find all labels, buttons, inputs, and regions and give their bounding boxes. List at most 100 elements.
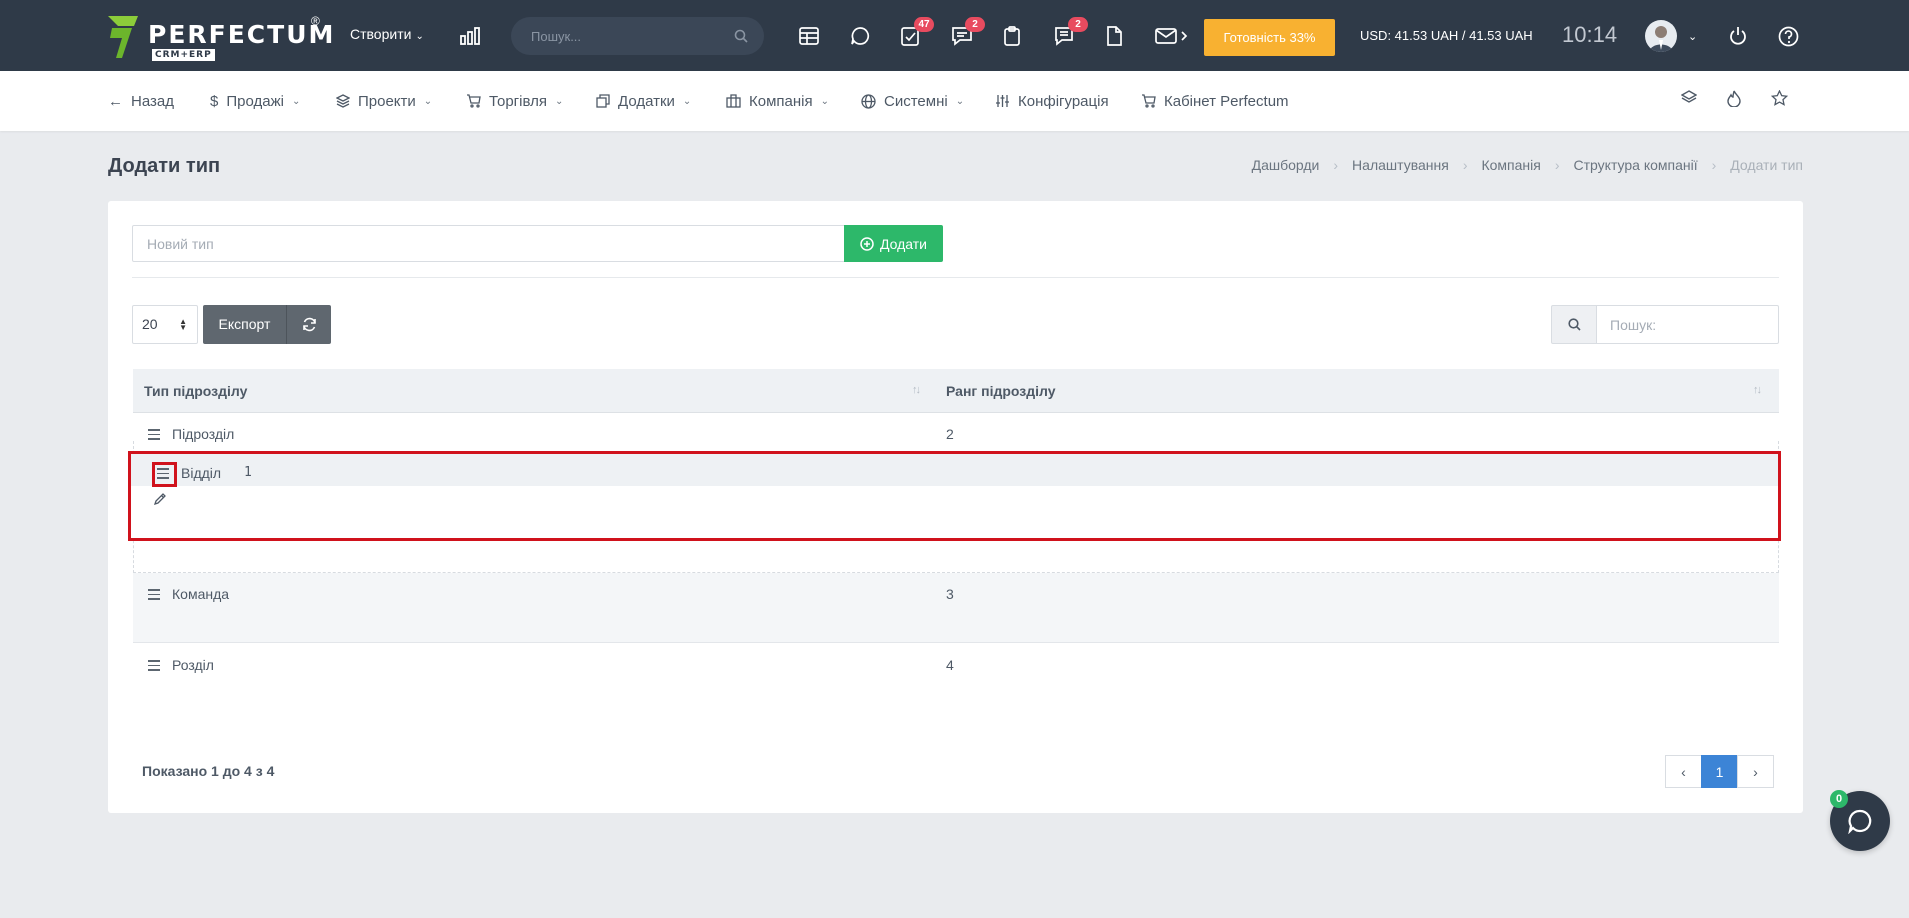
breadcrumb-dashboards[interactable]: Дашборди [1252, 157, 1320, 173]
chevron-down-icon: ⌄ [291, 95, 301, 107]
sliders-icon [996, 95, 1009, 107]
layers-icon [336, 94, 350, 108]
page-size-value: 20 [142, 316, 158, 332]
table-row[interactable]: Розділ 4 [133, 644, 1779, 685]
cart-icon [467, 94, 481, 108]
breadcrumb-current: Додати тип [1730, 157, 1803, 173]
nav-system[interactable]: Системні ⌄ [861, 91, 964, 111]
nav-addons[interactable]: Додатки ⌄ [596, 91, 691, 111]
chevron-right-icon: › [1711, 157, 1717, 173]
nav-back[interactable]: ← Назад [108, 91, 174, 111]
nav-configuration-label: Конфігурація [1018, 92, 1109, 110]
chevron-down-icon[interactable]: ⌄ [1688, 30, 1697, 43]
mail-icon[interactable] [1155, 27, 1189, 45]
global-search[interactable] [511, 17, 764, 55]
nav-system-label: Системні [884, 92, 948, 110]
breadcrumb-settings[interactable]: Налаштування [1352, 157, 1449, 173]
table-search-icon-box [1551, 305, 1597, 344]
chevron-down-icon: ⌄ [682, 95, 692, 107]
divider [132, 277, 1779, 278]
breadcrumb: Дашборди › Налаштування › Компанія › Структ… [1252, 157, 1803, 173]
calendar-table-icon[interactable] [799, 27, 819, 45]
nav-addons-label: Додатки [618, 92, 675, 110]
nav-company[interactable]: Компанія ⌄ [726, 91, 829, 111]
add-button[interactable]: Додати [844, 225, 943, 262]
table-header: Тип підрозділу ↑↓ Ранг підрозділу ↑↓ [133, 369, 1779, 413]
sort-icon[interactable]: ↑↓ [912, 384, 921, 396]
chevron-left-icon: ‹ [1681, 763, 1686, 780]
column-unit-rank[interactable]: Ранг підрозділу [946, 383, 1056, 399]
clock: 10:14 [1562, 22, 1618, 47]
chevron-down-icon: ⌄ [423, 95, 433, 107]
add-button-label: Додати [880, 235, 927, 252]
refresh-button[interactable] [286, 305, 331, 344]
copy-icon [596, 94, 610, 108]
chevron-right-icon: › [1554, 157, 1560, 173]
power-icon[interactable] [1728, 26, 1748, 46]
pagination-next[interactable]: › [1737, 755, 1774, 788]
export-button[interactable]: Експорт [203, 305, 286, 344]
sort-arrows-icon: ▲ ▼ [179, 317, 187, 332]
drag-handle-icon[interactable] [148, 660, 160, 674]
user-avatar[interactable] [1645, 20, 1677, 52]
column-unit-type[interactable]: Тип підрозділу [144, 383, 247, 399]
page-size-select[interactable]: 20 ▲ ▼ [132, 305, 198, 344]
stats-icon[interactable] [460, 27, 480, 45]
currency-rate: USD: 41.53 UAH / 41.53 UAH [1360, 28, 1533, 43]
chevron-right-icon: › [1753, 763, 1758, 780]
dollar-icon: $ [210, 92, 219, 110]
pagination: ‹ 1 › [1665, 755, 1774, 788]
nav-trade[interactable]: Торгівля ⌄ [466, 91, 563, 111]
pagination-prev[interactable]: ‹ [1665, 755, 1702, 788]
tasks-badge: 47 [914, 17, 934, 32]
nav-projects[interactable]: Проекти ⌄ [336, 91, 432, 111]
drag-handle-icon[interactable] [148, 589, 160, 603]
sort-icon[interactable]: ↑↓ [1753, 384, 1762, 396]
clipboard-icon[interactable] [1003, 26, 1021, 46]
pagination-info: Показано 1 до 4 з 4 [142, 763, 275, 779]
feedback-icon[interactable]: 2 [951, 17, 985, 46]
fire-icon[interactable] [1727, 90, 1741, 111]
briefcase-icon [726, 94, 741, 108]
nav-perfectum-cabinet[interactable]: Кабінет Perfectum [1141, 91, 1289, 111]
row-rank: 4 [946, 657, 954, 673]
arrow-left-icon: ← [108, 92, 123, 110]
messages-badge: 2 [1068, 17, 1088, 32]
breadcrumb-company[interactable]: Компанія [1481, 157, 1540, 173]
plus-circle-icon [860, 236, 874, 251]
table-row[interactable]: Команда 3 [133, 573, 1779, 643]
create-label: Створити [350, 26, 412, 42]
nav-sales[interactable]: $ Продажі ⌄ [210, 91, 300, 111]
new-type-input[interactable] [132, 225, 845, 262]
logo-mark-icon [108, 16, 138, 58]
tasks-icon[interactable]: 47 [900, 17, 934, 46]
nav-sales-label: Продажі [226, 92, 284, 110]
global-search-input[interactable] [531, 17, 731, 55]
nav-configuration[interactable]: Конфігурація [995, 91, 1109, 111]
pagination-page[interactable]: 1 [1701, 755, 1738, 788]
layers-icon[interactable] [1680, 90, 1698, 110]
nav-back-label: Назад [131, 92, 174, 110]
document-icon[interactable] [1106, 26, 1122, 46]
highlight-box [128, 451, 1781, 541]
nav-company-label: Компанія [749, 92, 813, 110]
breadcrumb-company-structure[interactable]: Структура компанії [1574, 157, 1698, 173]
nav-perfectum-cabinet-label: Кабінет Perfectum [1164, 92, 1289, 110]
refresh-icon [302, 317, 316, 332]
search-icon [1567, 318, 1581, 331]
row-rank: 3 [946, 586, 954, 602]
logo-text: PERFECTUM [148, 20, 336, 49]
logo-subtitle: CRM+ERP [152, 49, 215, 61]
search-icon[interactable] [734, 29, 748, 43]
create-menu[interactable]: Створити ⌄ [350, 26, 424, 42]
help-icon[interactable] [1778, 26, 1799, 47]
row-type: Підрозділ [172, 426, 235, 442]
readiness-button[interactable]: Готовність 33% [1204, 19, 1335, 56]
app-logo[interactable]: PERFECTUM ® CRM+ERP [108, 14, 333, 61]
main-navigation: ← Назад $ Продажі ⌄ Проекти ⌄ Торгівля ⌄ Дода… [0, 71, 1909, 131]
user-avatar-icon [1649, 26, 1673, 52]
messages-icon[interactable]: 2 [1054, 17, 1088, 46]
star-icon[interactable] [1770, 89, 1789, 110]
table-search-input[interactable] [1596, 305, 1779, 344]
chat-bubble-icon[interactable] [850, 26, 870, 46]
